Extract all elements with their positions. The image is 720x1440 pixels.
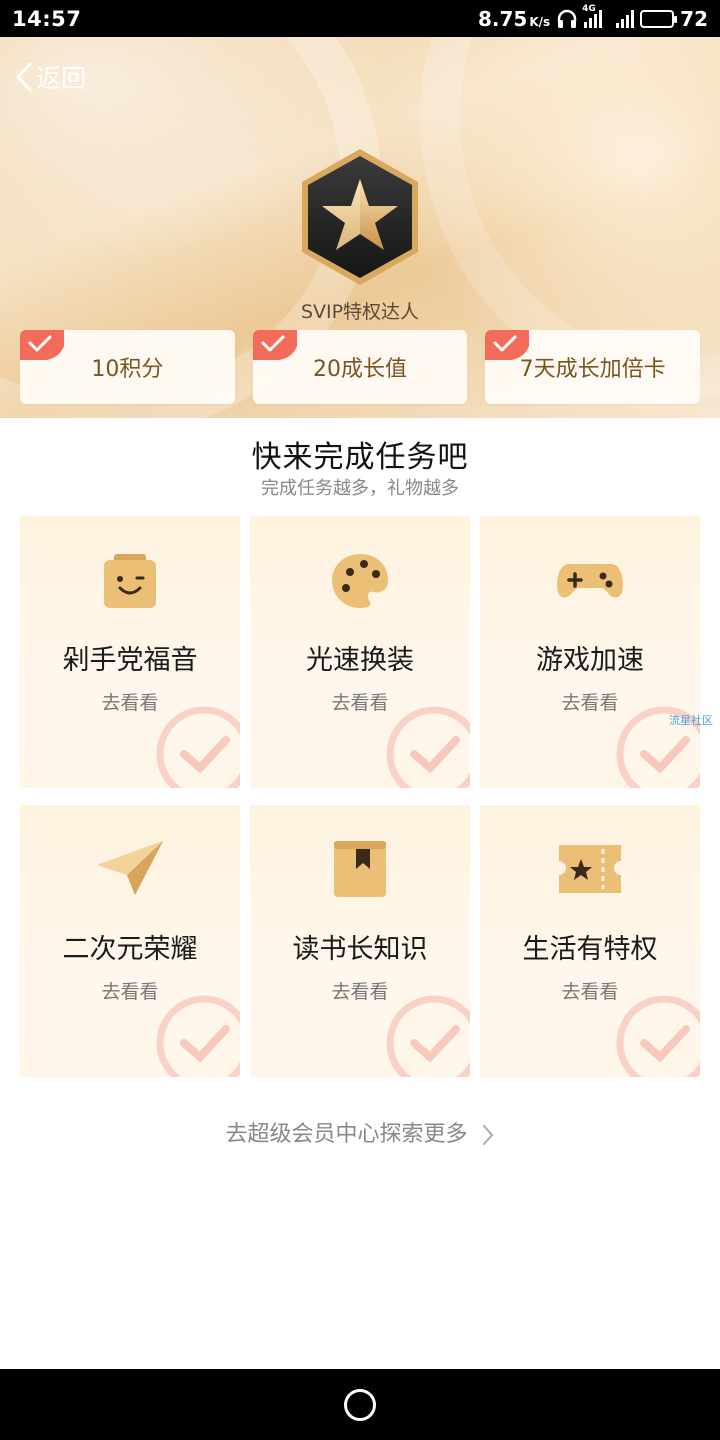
- tasks-title: 快来完成任务吧: [251, 440, 469, 475]
- explore-more-link[interactable]: 去超级会员中心探索更多: [0, 1116, 720, 1148]
- status-bar: 14:57 8.75 K/s 4G 72: [0, 0, 720, 37]
- reward-label: 7天成长加倍卡: [519, 357, 666, 382]
- task-name: 游戏加速: [536, 645, 644, 676]
- signal-4g-icon: 4G: [582, 4, 603, 28]
- home-button[interactable]: [344, 1388, 376, 1421]
- gamepad-icon: [557, 564, 623, 598]
- reward-item: 20成长值: [252, 330, 468, 404]
- status-icons: 8.75 K/s 4G 72: [478, 4, 708, 31]
- headset-icon: [557, 9, 577, 28]
- task-card-life[interactable]: 生活有特权 去看看: [480, 805, 700, 1077]
- task-card-anime[interactable]: 二次元荣耀 去看看: [20, 805, 240, 1077]
- back-label: 返回: [36, 64, 87, 93]
- palette-icon: [332, 554, 388, 608]
- task-name: 剁手党福音: [62, 645, 198, 676]
- star-hexagon-badge-icon: [298, 147, 422, 287]
- back-button[interactable]: 返回: [14, 59, 86, 95]
- signal-icon: [616, 9, 635, 28]
- task-card-outfit[interactable]: 光速换装 去看看: [250, 516, 470, 788]
- network-speed: 8.75 K/s: [478, 7, 550, 31]
- status-time: 14:57: [12, 6, 82, 31]
- task-name: 光速换装: [306, 645, 414, 676]
- task-card-game[interactable]: 游戏加速 去看看: [480, 516, 700, 788]
- network-speed-unit: K/s: [529, 14, 551, 29]
- check-stamp-icon: [156, 706, 240, 788]
- task-card-shopping[interactable]: 剁手党福音 去看看: [20, 516, 240, 788]
- check-corner-icon: [485, 330, 530, 360]
- task-name: 生活有特权: [522, 934, 658, 965]
- chevron-left-icon: [16, 62, 32, 92]
- reward-item: 10积分: [20, 330, 235, 404]
- shopping-bag-smile-icon: [104, 554, 156, 608]
- tasks-subtitle: 完成任务越多，礼物越多: [261, 478, 459, 499]
- check-stamp-icon: [616, 995, 700, 1077]
- task-name: 二次元荣耀: [62, 934, 198, 965]
- chevron-right-icon: [482, 1125, 493, 1145]
- network-type-label: 4G: [582, 3, 596, 14]
- reward-list: 10积分 20成长值 7天成长加倍卡: [20, 330, 701, 404]
- book-bookmark-icon: [334, 841, 386, 897]
- header-hero: 返回 SVIP特权达人 10积分 20成长值 7天成长加倍卡: [0, 37, 720, 418]
- explore-more-label: 去超级会员中心探索更多: [225, 1122, 468, 1147]
- reward-label: 20成长值: [313, 357, 407, 382]
- check-stamp-icon: [386, 706, 470, 788]
- ticket-star-icon: [559, 845, 621, 893]
- task-name: 读书长知识: [292, 934, 428, 965]
- reward-item: 7天成长加倍卡: [485, 330, 701, 404]
- reward-label: 10积分: [91, 357, 164, 382]
- check-corner-icon: [20, 330, 64, 360]
- badge-title: SVIP特权达人: [300, 301, 420, 323]
- check-stamp-icon: [156, 995, 240, 1077]
- check-stamp-icon: [386, 995, 470, 1077]
- system-nav-bar: [0, 1369, 720, 1440]
- watermark: 流星社区: [669, 714, 713, 727]
- battery-icon: [640, 9, 678, 28]
- task-card-reading[interactable]: 读书长知识 去看看: [250, 805, 470, 1077]
- network-speed-value: 8.75: [477, 6, 528, 31]
- paper-plane-icon: [97, 841, 163, 895]
- battery-level: 72: [680, 6, 708, 31]
- check-corner-icon: [252, 330, 297, 360]
